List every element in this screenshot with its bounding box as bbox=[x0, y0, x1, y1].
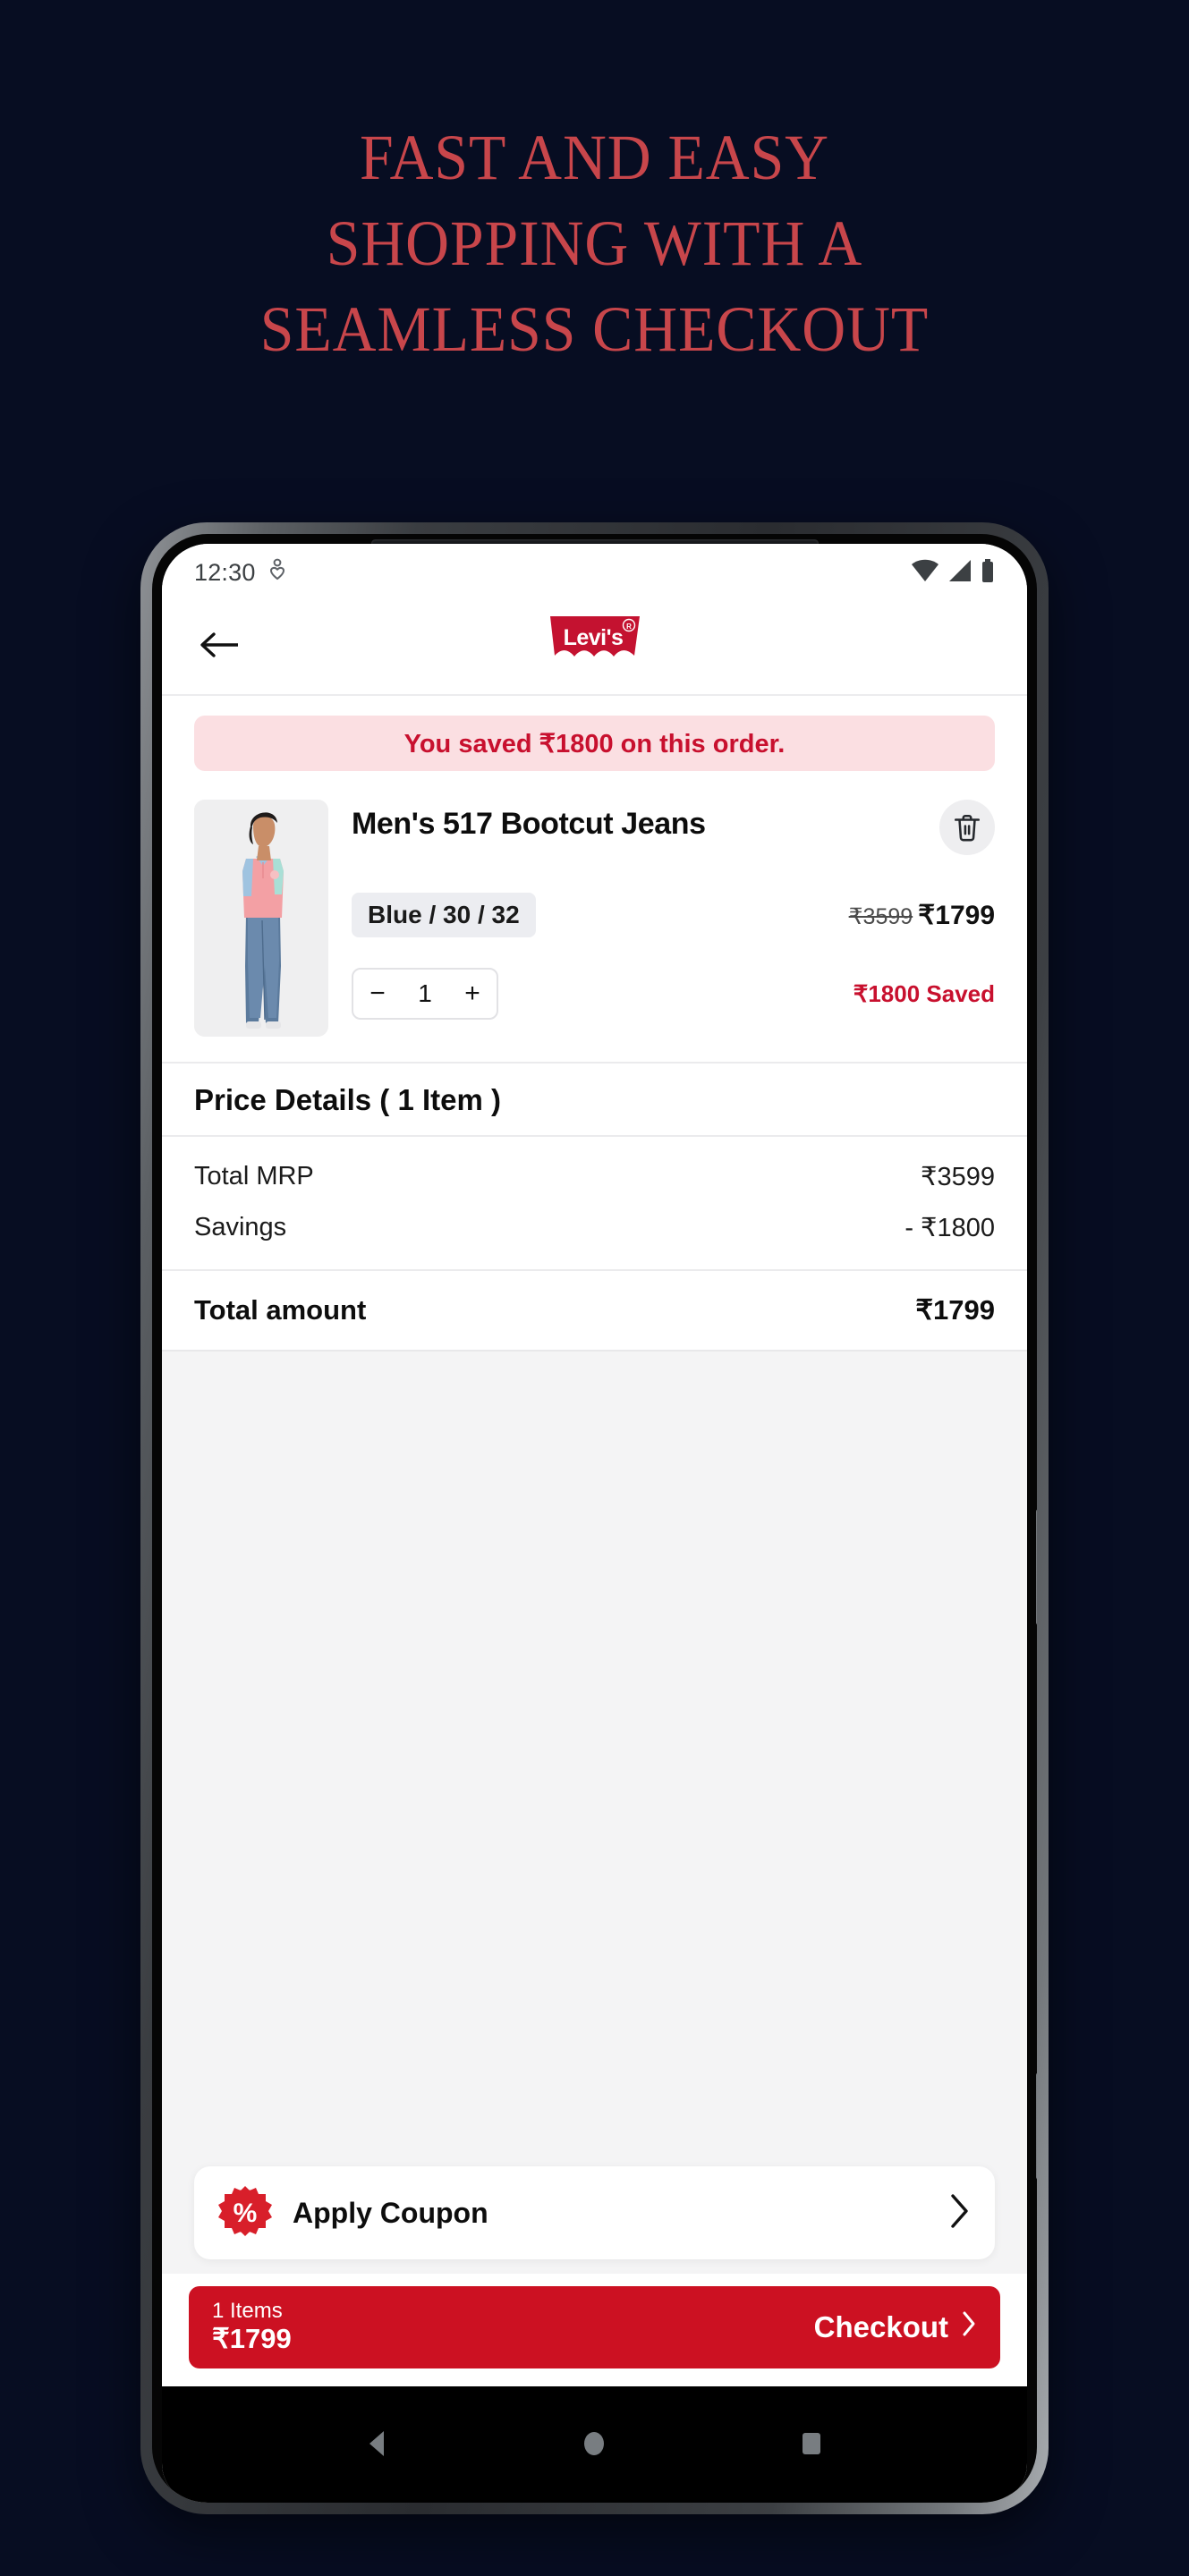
checkout-button[interactable]: Checkout bbox=[814, 2310, 977, 2344]
product-title: Men's 517 Bootcut Jeans bbox=[352, 807, 706, 841]
health-icon bbox=[268, 558, 286, 588]
price-row-label: Savings bbox=[194, 1213, 287, 1241]
price-row-value: ₹3599 bbox=[921, 1163, 995, 1191]
total-amount-value: ₹1799 bbox=[915, 1294, 995, 1326]
cellular-signal-icon bbox=[947, 558, 972, 588]
percent-badge-icon: % bbox=[217, 2185, 273, 2241]
price-row-value: - ₹1800 bbox=[904, 1214, 995, 1242]
checkout-container: 1 Items ₹1799 Checkout bbox=[162, 2274, 1027, 2386]
variant-and-price-row: Blue / 30 / 32 ₹3599 ₹1799 bbox=[352, 893, 995, 937]
nav-home-circle-icon[interactable] bbox=[577, 2427, 611, 2465]
back-button[interactable] bbox=[194, 620, 244, 670]
volume-button[interactable] bbox=[1036, 1509, 1037, 1625]
chevron-right-icon bbox=[961, 2310, 977, 2344]
quantity-increment-button[interactable]: + bbox=[448, 970, 497, 1018]
apply-coupon-button[interactable]: % Apply Coupon bbox=[194, 2166, 995, 2259]
svg-text:R: R bbox=[626, 623, 632, 631]
price-row: Savings - ₹1800 bbox=[194, 1202, 995, 1253]
promo-screenshot: FAST AND EASY SHOPPING WITH A SEAMLESS C… bbox=[0, 0, 1189, 2576]
headline-line-2: SHOPPING WITH A bbox=[326, 208, 863, 279]
product-mrp: ₹3599 bbox=[848, 903, 913, 929]
svg-text:Levi's: Levi's bbox=[563, 625, 623, 650]
quantity-decrement-button[interactable]: − bbox=[353, 970, 402, 1018]
product-price: ₹3599 ₹1799 bbox=[849, 900, 995, 931]
phone-device-frame: 12:30 Levi's R You saved ₹1800 on this o… bbox=[140, 522, 1049, 2514]
saved-banner-container: You saved ₹1800 on this order. bbox=[162, 696, 1027, 787]
status-bar-left: 12:30 bbox=[194, 558, 286, 588]
total-amount-row: Total amount ₹1799 bbox=[162, 1269, 1027, 1352]
chevron-right-icon bbox=[948, 2192, 972, 2234]
status-bar-right bbox=[911, 558, 995, 588]
power-button[interactable] bbox=[1036, 2072, 1037, 2180]
coupon-container: % Apply Coupon bbox=[162, 2166, 1027, 2274]
wifi-icon bbox=[911, 558, 939, 588]
checkout-items-count: 1 Items bbox=[212, 2299, 283, 2324]
empty-scroll-area bbox=[162, 1352, 1027, 2166]
price-row: Total MRP ₹3599 bbox=[194, 1151, 995, 1202]
price-row-label: Total MRP bbox=[194, 1162, 314, 1191]
product-details: Men's 517 Bootcut Jeans Blue / 30 / 32 ₹… bbox=[352, 800, 995, 1037]
quantity-value: 1 bbox=[418, 979, 432, 1007]
price-details-heading: Price Details ( 1 Item ) bbox=[162, 1063, 1027, 1137]
trash-icon bbox=[954, 814, 981, 842]
headline-line-1: FAST AND EASY bbox=[360, 122, 829, 193]
variant-chip[interactable]: Blue / 30 / 32 bbox=[352, 893, 536, 937]
checkout-amount: ₹1799 bbox=[212, 2323, 292, 2355]
product-thumbnail[interactable] bbox=[194, 800, 328, 1037]
phone-screen: 12:30 Levi's R You saved ₹1800 on this o… bbox=[162, 544, 1027, 2503]
order-savings-banner: You saved ₹1800 on this order. bbox=[194, 716, 995, 771]
status-bar-clock: 12:30 bbox=[194, 558, 256, 586]
status-bar: 12:30 bbox=[162, 544, 1027, 596]
total-amount-label: Total amount bbox=[194, 1294, 367, 1326]
headline-line-3: SEAMLESS CHECKOUT bbox=[259, 293, 930, 365]
remove-item-button[interactable] bbox=[939, 800, 995, 855]
checkout-summary: 1 Items ₹1799 bbox=[212, 2299, 292, 2355]
app-header: Levi's R bbox=[162, 596, 1027, 696]
product-title-row: Men's 517 Bootcut Jeans bbox=[352, 800, 995, 855]
item-savings-tag: ₹1800 Saved bbox=[853, 979, 995, 1007]
svg-text:%: % bbox=[234, 2199, 258, 2228]
promo-headline: FAST AND EASY SHOPPING WITH A SEAMLESS C… bbox=[36, 114, 1153, 372]
android-navigation-bar bbox=[162, 2386, 1027, 2503]
arrow-left-icon bbox=[200, 632, 238, 657]
nav-recents-square-icon[interactable] bbox=[794, 2427, 828, 2465]
apply-coupon-label: Apply Coupon bbox=[293, 2196, 488, 2229]
checkout-bar[interactable]: 1 Items ₹1799 Checkout bbox=[189, 2286, 1000, 2368]
price-details-rows: Total MRP ₹3599 Savings - ₹1800 bbox=[162, 1137, 1027, 1269]
product-sale-price: ₹1799 bbox=[918, 900, 995, 930]
quantity-and-savings-row: − 1 + ₹1800 Saved bbox=[352, 968, 995, 1020]
cart-item-row: Men's 517 Bootcut Jeans Blue / 30 / 32 ₹… bbox=[162, 787, 1027, 1063]
checkout-button-label: Checkout bbox=[813, 2310, 948, 2343]
battery-icon bbox=[981, 558, 995, 588]
levis-brand-logo[interactable]: Levi's R bbox=[545, 614, 645, 675]
phone-bezel: 12:30 Levi's R You saved ₹1800 on this o… bbox=[152, 534, 1037, 2503]
quantity-stepper[interactable]: − 1 + bbox=[352, 968, 498, 1020]
cart-content: You saved ₹1800 on this order. Men's 517… bbox=[162, 696, 1027, 2386]
nav-back-triangle-icon[interactable] bbox=[361, 2427, 395, 2465]
